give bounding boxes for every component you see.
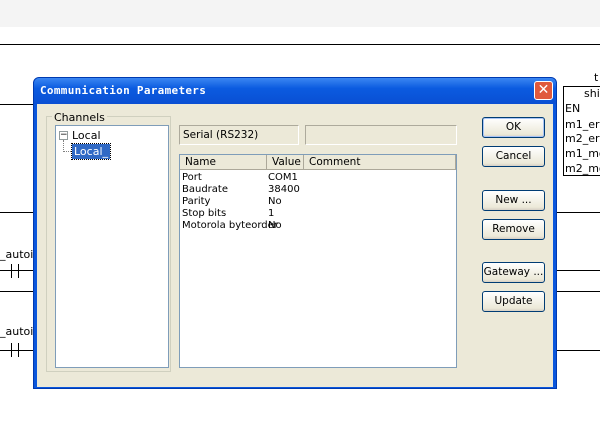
cancel-button[interactable]: Cancel [482,146,545,167]
close-button[interactable]: ✕ [534,81,553,100]
collapse-icon[interactable]: − [59,131,68,140]
block-label: t [594,71,599,84]
column-header-value[interactable]: Value [267,155,304,170]
ok-button[interactable]: OK [482,117,545,138]
pin-en: EN [565,102,581,115]
contact-bar [18,343,19,357]
pin-m1-err: m1_err [565,118,600,131]
editor-separator [0,44,600,45]
tree-item-local[interactable]: Local [72,129,101,142]
contact-bar [18,264,19,278]
channels-label: Channels [52,111,107,124]
channels-tree[interactable]: − Local Local_ [55,125,169,368]
rung-line [0,291,34,292]
dialog-title: Communication Parameters [40,84,207,97]
contact-bar [11,343,12,357]
contact-bar [11,264,12,278]
new-button[interactable]: New ... [482,190,545,211]
editor-top-band [0,0,600,27]
rung-line [556,270,600,271]
update-button[interactable]: Update [482,291,545,312]
pin-m2-mo: m2_mo [565,162,600,175]
rung-line [556,212,600,213]
gateway-button[interactable]: Gateway ... [482,262,545,283]
remove-button[interactable]: Remove [482,219,545,240]
rung-line [556,350,600,351]
channel-extra-field [305,125,457,145]
rung-line [0,212,34,213]
dialog-client: Channels − Local Local_ Serial (RS232) N… [37,104,553,387]
channel-type-value: Serial (RS232) [183,129,259,141]
block-label: shi [584,87,600,100]
column-header-name[interactable]: Name [180,155,267,170]
close-icon: ✕ [537,82,550,98]
rung-line [0,270,34,271]
rung-line [556,291,600,292]
column-header-comment[interactable]: Comment [304,155,456,170]
pin-m1-mo: m1_mo [565,147,600,160]
pin-m2-err: m2_err [565,132,600,145]
communication-parameters-dialog: Communication Parameters ✕ Channels − Lo… [33,77,557,389]
dialog-titlebar[interactable]: Communication Parameters ✕ [34,78,556,104]
channel-type-field: Serial (RS232) [179,125,299,145]
parameters-grid[interactable]: Name Value Comment Port COM1 Baudrate 38… [179,154,457,368]
rung-line [0,350,34,351]
tree-connector [64,151,71,153]
rung-line [0,104,34,105]
tree-item-local-child[interactable]: Local_ [70,143,112,160]
